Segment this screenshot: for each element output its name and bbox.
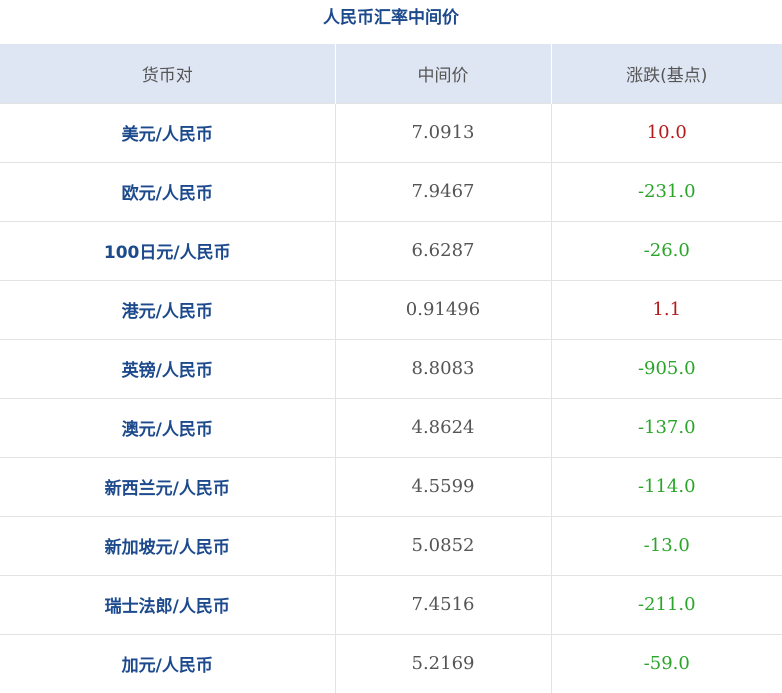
mid-rate-cell: 5.2169 — [334, 633, 551, 693]
currency-pair-cell[interactable]: 欧元/人民币 — [0, 161, 335, 221]
header-currency-pair: 货币对 — [141, 65, 193, 86]
change-cell: -905.0 — [550, 338, 782, 398]
header-mid-rate: 中间价 — [334, 44, 551, 103]
title-bar: 人民币汇率中间价 — [0, 0, 782, 44]
change-cell: -114.0 — [550, 456, 782, 516]
rate-table: 货币对 中间价 涨跌(基点) 美元/人民币 7.0913 10.0 欧元/人民币 7.9… — [0, 44, 782, 693]
change-cell: -231.0 — [550, 161, 782, 221]
change-cell: -211.0 — [550, 574, 782, 634]
change-cell: -13.0 — [550, 515, 782, 575]
table-row: 英镑/人民币 8.8083 -905.0 — [0, 338, 782, 398]
mid-rate-cell: 4.5599 — [334, 456, 551, 516]
currency-pair-cell[interactable]: 英镑/人民币 — [0, 338, 335, 398]
currency-pair-cell[interactable]: 新西兰元/人民币 — [0, 456, 335, 516]
table-row: 瑞士法郎/人民币 7.4516 -211.0 — [0, 574, 782, 634]
mid-rate-cell: 4.8624 — [334, 397, 551, 457]
currency-pair-cell[interactable]: 澳元/人民币 — [0, 397, 335, 457]
currency-pair-cell[interactable]: 新加坡元/人民币 — [0, 515, 335, 575]
table-row: 新西兰元/人民币 4.5599 -114.0 — [0, 456, 782, 516]
change-cell: 1.1 — [550, 279, 782, 339]
change-cell: 10.0 — [550, 102, 782, 162]
table-row: 欧元/人民币 7.9467 -231.0 — [0, 161, 782, 221]
currency-pair-cell[interactable]: 加元/人民币 — [0, 633, 335, 693]
currency-pair-cell[interactable]: 100日元/人民币 — [0, 220, 335, 280]
table-row: 100日元/人民币 6.6287 -26.0 — [0, 220, 782, 280]
mid-rate-cell: 7.9467 — [334, 161, 551, 221]
mid-rate-cell: 8.8083 — [334, 338, 551, 398]
mid-rate-cell: 5.0852 — [334, 515, 551, 575]
currency-pair-cell[interactable]: 港元/人民币 — [0, 279, 335, 339]
mid-rate-cell: 6.6287 — [334, 220, 551, 280]
mid-rate-cell: 0.91496 — [334, 279, 551, 339]
table-header-row: 货币对 中间价 涨跌(基点) — [0, 44, 782, 103]
change-cell: -137.0 — [550, 397, 782, 457]
currency-pair-cell[interactable]: 美元/人民币 — [0, 102, 335, 162]
table-row: 澳元/人民币 4.8624 -137.0 — [0, 397, 782, 457]
change-cell: -59.0 — [550, 633, 782, 693]
mid-rate-cell: 7.0913 — [334, 102, 551, 162]
table-row: 新加坡元/人民币 5.0852 -13.0 — [0, 515, 782, 575]
table-row: 港元/人民币 0.91496 1.1 — [0, 279, 782, 339]
page-title: 人民币汇率中间价 — [323, 7, 459, 28]
mid-rate-cell: 7.4516 — [334, 574, 551, 634]
table-row: 美元/人民币 7.0913 10.0 — [0, 102, 782, 162]
change-cell: -26.0 — [550, 220, 782, 280]
currency-pair-cell[interactable]: 瑞士法郎/人民币 — [0, 574, 335, 634]
table-row: 加元/人民币 5.2169 -59.0 — [0, 633, 782, 693]
header-change-bp: 涨跌(基点) — [550, 44, 782, 103]
